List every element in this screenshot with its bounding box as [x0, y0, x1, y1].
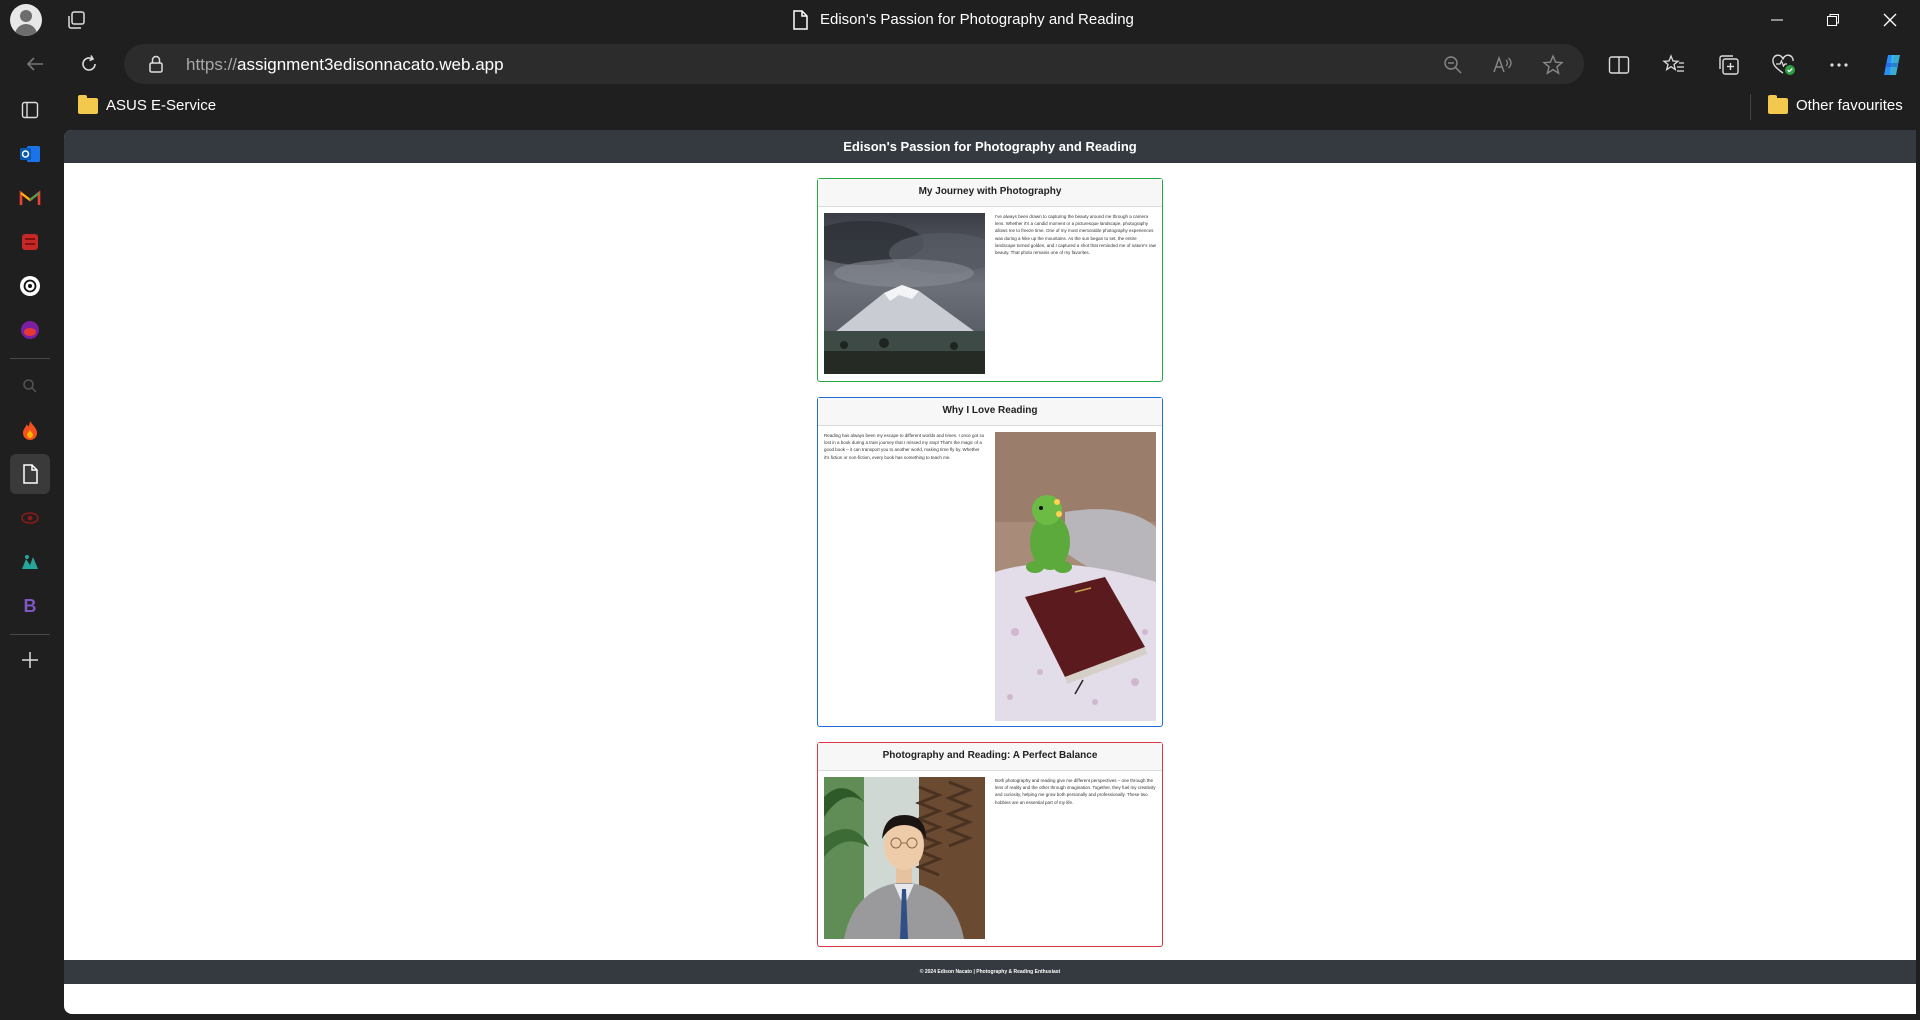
back-button[interactable] [18, 48, 52, 80]
card-photography-journey: My Journey with Photography I've always … [817, 178, 1163, 382]
b-app-letter: B [23, 595, 37, 616]
red-eye-app-icon[interactable] [10, 498, 50, 538]
profile-avatar-icon[interactable] [10, 4, 42, 36]
red-app-icon[interactable] [10, 222, 50, 262]
card-text: Reading has always been my escape to dif… [824, 433, 985, 460]
portrait-photo [824, 777, 985, 939]
card-perfect-balance: Photography and Reading: A Perfect Balan… [817, 742, 1163, 947]
url-text[interactable]: https://assignment3edisonnacato.web.app [186, 55, 504, 75]
copilot-icon[interactable] [1879, 52, 1905, 78]
lock-icon[interactable] [148, 55, 164, 73]
browser-essentials-icon[interactable] [1771, 52, 1797, 78]
card-text: Both photography and reading give me dif… [995, 778, 1156, 805]
more-options-icon[interactable] [1826, 52, 1852, 78]
green-app-icon[interactable] [10, 542, 50, 582]
site-header: Edison's Passion for Photography and Rea… [64, 130, 1916, 163]
folder-icon [78, 94, 98, 114]
close-icon [1883, 13, 1897, 27]
dinosaur-book-photo [995, 432, 1156, 721]
search-icon[interactable] [10, 366, 50, 406]
navigation-bar: https://assignment3edisonnacato.web.app [0, 40, 1920, 88]
restore-button[interactable] [1805, 0, 1861, 40]
page-icon[interactable] [10, 454, 50, 494]
collections-icon[interactable] [1716, 52, 1742, 78]
folder-icon [1768, 94, 1788, 114]
url-protocol: https:// [186, 55, 238, 74]
card-why-reading: Why I Love Reading Reading has always be… [817, 397, 1163, 727]
gmail-icon[interactable] [10, 178, 50, 218]
card-title: My Journey with Photography [818, 179, 1162, 207]
back-arrow-icon [26, 57, 43, 71]
add-icon[interactable] [10, 640, 50, 680]
restore-icon [1827, 14, 1839, 26]
card-title: Photography and Reading: A Perfect Balan… [818, 743, 1162, 771]
sidebar-separator [10, 358, 50, 359]
favorites-bar: ASUS E-Service Other favourites [64, 88, 1920, 128]
card-text: I've always been drawn to capturing the … [995, 214, 1156, 255]
chatgpt-icon[interactable] [10, 266, 50, 306]
purple-app-icon[interactable] [10, 310, 50, 350]
mountain-photo [824, 213, 985, 374]
minimize-button[interactable] [1749, 0, 1805, 40]
favorite-label: ASUS E-Service [106, 97, 217, 114]
address-bar[interactable]: https://assignment3edisonnacato.web.app [124, 44, 1584, 84]
favorite-asus-e-service[interactable]: ASUS E-Service [78, 94, 217, 114]
add-favorite-star-icon[interactable] [1542, 54, 1564, 76]
workspaces-icon[interactable] [66, 10, 86, 30]
window-title: Edison's Passion for Photography and Rea… [820, 11, 1134, 28]
favorite-other-favourites[interactable]: Other favourites [1768, 94, 1903, 114]
title-bar: Edison's Passion for Photography and Rea… [0, 0, 1920, 40]
url-host: assignment3edisonnacato.web.app [237, 55, 504, 74]
tab-actions-icon[interactable] [10, 90, 50, 130]
site-footer: © 2024 Edison Nacato | Photography & Rea… [64, 960, 1916, 984]
favorites-separator [1750, 94, 1751, 120]
document-icon [793, 10, 808, 30]
flame-app-icon[interactable] [10, 410, 50, 450]
web-page: Edison's Passion for Photography and Rea… [64, 130, 1916, 1014]
minimize-icon [1771, 19, 1783, 21]
favorites-icon[interactable] [1661, 52, 1687, 78]
b-app-icon[interactable]: B [10, 586, 50, 626]
sidebar-separator [10, 634, 50, 635]
sidebar: B [0, 88, 64, 1020]
outlook-icon[interactable] [10, 134, 50, 174]
split-screen-icon[interactable] [1606, 52, 1632, 78]
refresh-button[interactable] [72, 48, 106, 80]
card-title: Why I Love Reading [818, 398, 1162, 426]
read-aloud-icon[interactable] [1492, 54, 1514, 76]
zoom-out-icon[interactable] [1442, 54, 1464, 76]
close-button[interactable] [1862, 0, 1918, 40]
refresh-icon [82, 55, 96, 71]
favorite-label: Other favourites [1796, 97, 1903, 114]
